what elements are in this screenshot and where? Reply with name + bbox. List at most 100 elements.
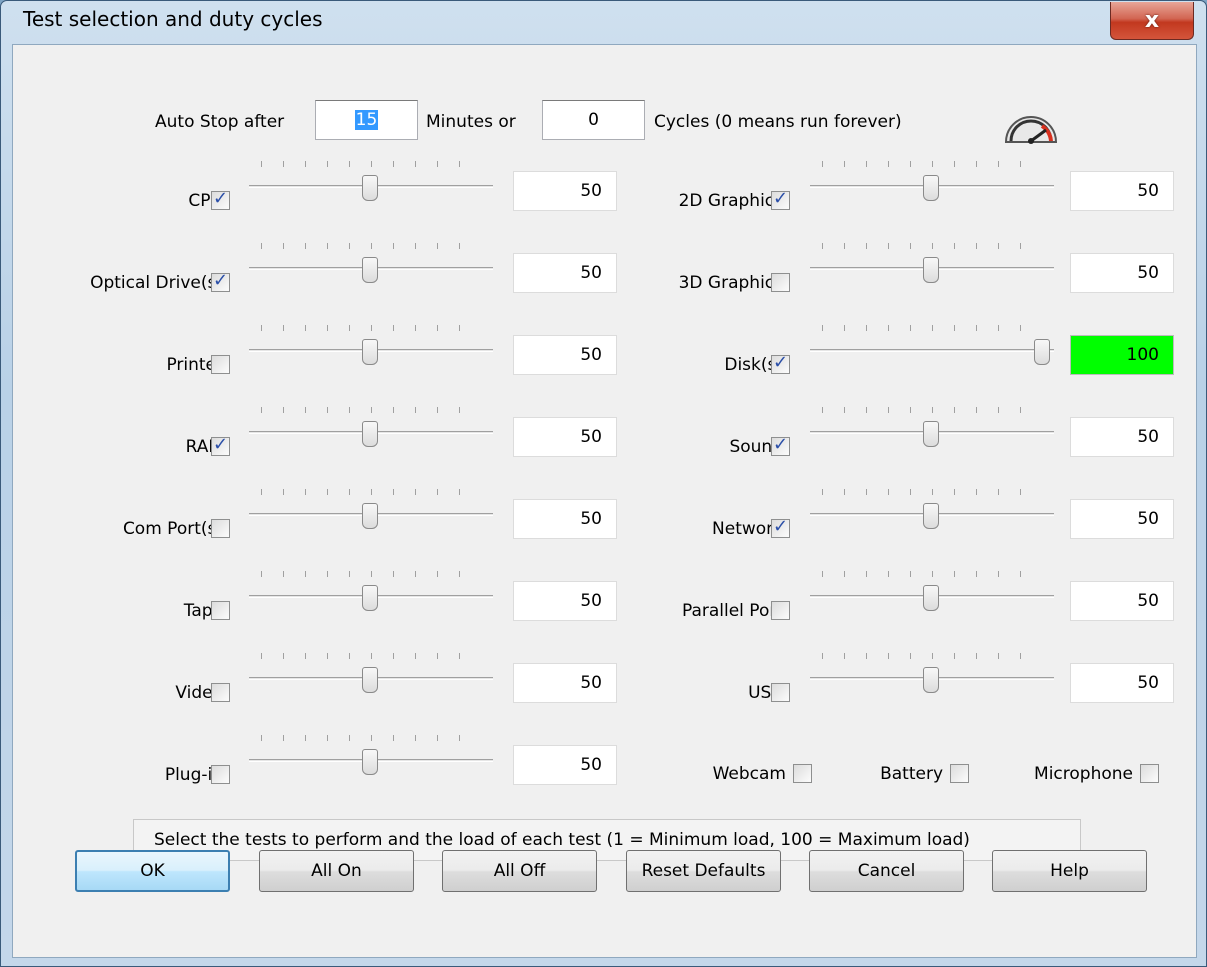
slider-thumb[interactable] bbox=[361, 175, 378, 201]
cpu-load-value[interactable]: 50 bbox=[513, 171, 617, 211]
slider-thumb[interactable] bbox=[1034, 339, 1050, 365]
speedometer-icon bbox=[1004, 116, 1058, 144]
sound-slider[interactable] bbox=[810, 405, 1054, 461]
ok-button-label: OK bbox=[140, 861, 165, 881]
plug-in-load-value[interactable]: 50 bbox=[513, 745, 617, 785]
slider-thumb[interactable] bbox=[361, 749, 378, 775]
optical-drive-s-checkbox[interactable]: ✓ bbox=[211, 270, 230, 292]
sound-checkbox[interactable]: ✓ bbox=[771, 434, 790, 456]
reset-defaults-button-label: Reset Defaults bbox=[641, 861, 766, 881]
tape-slider[interactable] bbox=[249, 569, 493, 625]
close-button[interactable]: x bbox=[1110, 2, 1194, 40]
slider-thumb[interactable] bbox=[361, 421, 378, 447]
slider-ticks bbox=[261, 735, 481, 741]
status-text: Select the tests to perform and the load… bbox=[154, 830, 970, 850]
title-bar[interactable]: Test selection and duty cycles x bbox=[1, 1, 1206, 41]
com-port-s-slider[interactable] bbox=[249, 487, 493, 543]
2d-graphics-load-value[interactable]: 50 bbox=[1070, 171, 1174, 211]
video-checkbox[interactable] bbox=[211, 683, 230, 702]
ok-button[interactable]: OK bbox=[75, 850, 230, 892]
disk-s-load-value[interactable]: 100 bbox=[1070, 335, 1174, 375]
slider-thumb[interactable] bbox=[922, 503, 939, 529]
battery-checkbox[interactable] bbox=[950, 764, 969, 783]
network-checkbox[interactable]: ✓ bbox=[771, 516, 790, 538]
all-on-button[interactable]: All On bbox=[259, 850, 414, 892]
printer-load-value[interactable]: 50 bbox=[513, 335, 617, 375]
plug-in-slider[interactable] bbox=[249, 733, 493, 789]
all-off-button[interactable]: All Off bbox=[442, 850, 597, 892]
reset-defaults-button[interactable]: Reset Defaults bbox=[626, 850, 781, 892]
sound-load-value[interactable]: 50 bbox=[1070, 417, 1174, 457]
slider-thumb[interactable] bbox=[922, 667, 939, 693]
parallel-port-load-value[interactable]: 50 bbox=[1070, 581, 1174, 621]
cpu-slider[interactable] bbox=[249, 159, 493, 215]
2d-graphics-slider[interactable] bbox=[810, 159, 1054, 215]
disk-s-checkbox[interactable]: ✓ bbox=[771, 352, 790, 374]
cycles-value: 0 bbox=[588, 110, 599, 130]
slider-thumb[interactable] bbox=[361, 503, 378, 529]
checkmark-icon: ✓ bbox=[213, 434, 229, 455]
slider-thumb[interactable] bbox=[922, 421, 939, 447]
webcam-label: Webcam bbox=[712, 764, 786, 784]
network-slider[interactable] bbox=[810, 487, 1054, 543]
minutes-or-label: Minutes or bbox=[426, 112, 516, 132]
checkmark-icon: ✓ bbox=[773, 434, 789, 455]
disk-s-slider[interactable] bbox=[810, 323, 1054, 379]
parallel-port-slider[interactable] bbox=[810, 569, 1054, 625]
microphone-checkbox[interactable] bbox=[1140, 764, 1159, 783]
slider-thumb[interactable] bbox=[361, 667, 378, 693]
plug-in-checkbox[interactable] bbox=[211, 765, 230, 784]
ram-slider[interactable] bbox=[249, 405, 493, 461]
cpu-checkbox[interactable]: ✓ bbox=[211, 188, 230, 210]
webcam-checkbox[interactable] bbox=[793, 764, 812, 783]
parallel-port-label: Parallel Port bbox=[681, 601, 783, 621]
3d-graphics-checkbox[interactable] bbox=[771, 273, 790, 292]
slider-thumb[interactable] bbox=[361, 339, 378, 365]
com-port-s-load-value[interactable]: 50 bbox=[513, 499, 617, 539]
slider-thumb[interactable] bbox=[361, 585, 378, 611]
3d-graphics-load-value[interactable]: 50 bbox=[1070, 253, 1174, 293]
checkmark-icon: ✓ bbox=[773, 352, 789, 373]
slider-ticks bbox=[261, 325, 481, 331]
tape-checkbox[interactable] bbox=[211, 601, 230, 620]
minutes-value: 15 bbox=[354, 110, 379, 130]
auto-stop-label: Auto Stop after bbox=[155, 112, 285, 132]
video-slider[interactable] bbox=[249, 651, 493, 707]
ram-checkbox[interactable]: ✓ bbox=[211, 434, 230, 456]
usb-load-value[interactable]: 50 bbox=[1070, 663, 1174, 703]
2d-graphics-label: 2D Graphics bbox=[678, 191, 783, 211]
slider-thumb[interactable] bbox=[922, 257, 939, 283]
slider-ticks bbox=[822, 161, 1042, 167]
optical-drive-s-load-value[interactable]: 50 bbox=[513, 253, 617, 293]
network-load-value[interactable]: 50 bbox=[1070, 499, 1174, 539]
slider-ticks bbox=[822, 243, 1042, 249]
cancel-button-label: Cancel bbox=[857, 861, 916, 881]
help-button-label: Help bbox=[1050, 861, 1089, 881]
ram-load-value[interactable]: 50 bbox=[513, 417, 617, 457]
2d-graphics-checkbox[interactable]: ✓ bbox=[771, 188, 790, 210]
parallel-port-checkbox[interactable] bbox=[771, 601, 790, 620]
slider-thumb[interactable] bbox=[361, 257, 378, 283]
video-load-value[interactable]: 50 bbox=[513, 663, 617, 703]
com-port-s-checkbox[interactable] bbox=[211, 519, 230, 538]
minutes-input[interactable]: 15 bbox=[315, 100, 418, 140]
usb-checkbox[interactable] bbox=[771, 683, 790, 702]
slider-ticks bbox=[822, 571, 1042, 577]
printer-checkbox[interactable] bbox=[211, 355, 230, 374]
slider-thumb[interactable] bbox=[922, 585, 939, 611]
help-button[interactable]: Help bbox=[992, 850, 1147, 892]
slider-ticks bbox=[261, 161, 481, 167]
cancel-button[interactable]: Cancel bbox=[809, 850, 964, 892]
tape-load-value[interactable]: 50 bbox=[513, 581, 617, 621]
slider-ticks bbox=[261, 571, 481, 577]
optical-drive-s-slider[interactable] bbox=[249, 241, 493, 297]
slider-ticks bbox=[261, 407, 481, 413]
checkmark-icon: ✓ bbox=[213, 270, 229, 291]
cycles-input[interactable]: 0 bbox=[542, 100, 645, 140]
printer-slider[interactable] bbox=[249, 323, 493, 379]
usb-slider[interactable] bbox=[810, 651, 1054, 707]
dialog-window: Test selection and duty cycles x Auto St… bbox=[0, 0, 1207, 967]
slider-thumb[interactable] bbox=[922, 175, 939, 201]
3d-graphics-slider[interactable] bbox=[810, 241, 1054, 297]
slider-ticks bbox=[822, 653, 1042, 659]
